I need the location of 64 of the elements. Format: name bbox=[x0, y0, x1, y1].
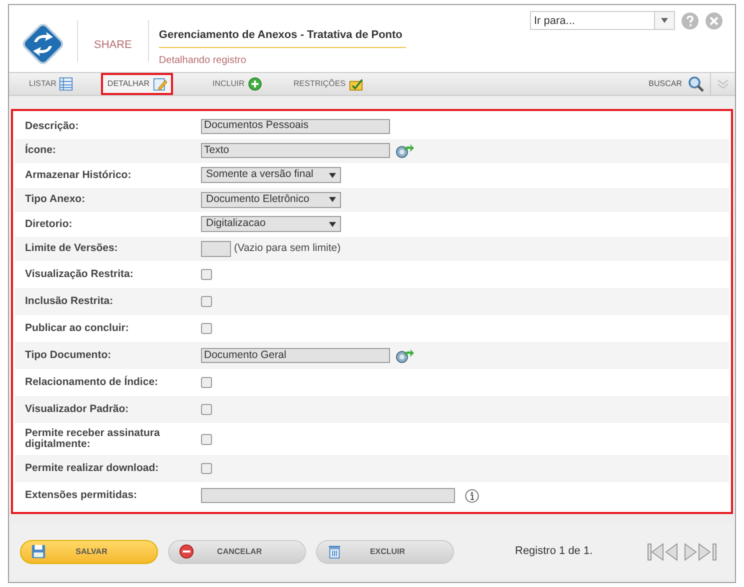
search-label[interactable]: BUSCAR bbox=[648, 78, 682, 90]
cancel-button[interactable]: CANCELAR bbox=[168, 540, 306, 564]
checkbox[interactable] bbox=[201, 323, 212, 334]
lookup-icon[interactable] bbox=[395, 142, 415, 159]
nav-tab[interactable]: INCLUIR bbox=[212, 73, 262, 95]
pager-icon[interactable] bbox=[647, 542, 719, 560]
field-label: Tipo Anexo: bbox=[24, 194, 86, 206]
pencil-icon bbox=[152, 77, 167, 91]
caret-icon bbox=[329, 197, 336, 202]
caret-icon bbox=[329, 222, 336, 227]
page-title: Gerenciamento de Anexos - Tratativa de Ponto bbox=[158, 27, 406, 48]
text-field[interactable]: Texto bbox=[201, 143, 390, 158]
brand-name: SHARE bbox=[94, 38, 132, 53]
field-label: Visualizador Padrão: bbox=[24, 404, 130, 415]
field-label: Limite de Versões: bbox=[24, 243, 119, 254]
field-label: Diretorio: bbox=[24, 218, 74, 230]
page-subtitle: Detalhando registro bbox=[158, 54, 248, 68]
close-icon[interactable] bbox=[705, 12, 723, 30]
checklist-icon bbox=[348, 77, 363, 91]
caret-icon bbox=[329, 172, 336, 178]
select-field[interactable]: Digitalizacao bbox=[201, 216, 341, 232]
caret-icon bbox=[661, 18, 668, 23]
checkbox[interactable] bbox=[201, 269, 212, 280]
floppy-icon bbox=[31, 544, 46, 559]
text-field[interactable]: Documento Geral bbox=[201, 348, 390, 363]
checkbox[interactable] bbox=[201, 377, 212, 388]
field-label: Tipo Documento: bbox=[24, 350, 112, 361]
field-label: Armazenar Histórico: bbox=[24, 170, 132, 181]
field-label: Ícone: bbox=[24, 145, 57, 156]
field-label: Publicar ao concluir: bbox=[24, 323, 130, 334]
text-field[interactable] bbox=[201, 488, 455, 503]
dropdown-button[interactable] bbox=[655, 11, 675, 30]
minus-circle-icon bbox=[179, 544, 194, 559]
checkbox[interactable] bbox=[201, 434, 212, 444]
field-label: Extensões permitidas: bbox=[24, 490, 138, 501]
info-icon bbox=[465, 488, 479, 502]
lookup-icon[interactable] bbox=[395, 348, 415, 364]
field-label: Permite realizar download: bbox=[24, 463, 160, 474]
field-label: Inclusão Restrita: bbox=[24, 296, 114, 307]
checkbox[interactable] bbox=[201, 463, 212, 474]
field-hint: (Vazio para sem limite) bbox=[234, 240, 341, 256]
nav-tab[interactable]: RESTRIÇÕES bbox=[294, 73, 363, 95]
select-field[interactable]: Documento Eletrônico bbox=[201, 192, 341, 208]
text-field[interactable]: Documentos Pessoais bbox=[201, 118, 390, 134]
expand-icon[interactable] bbox=[717, 79, 729, 89]
field-label: Permite receber assinatura digitalmente: bbox=[24, 428, 161, 450]
plus-icon bbox=[248, 77, 262, 91]
checkbox[interactable] bbox=[201, 296, 212, 307]
save-button[interactable]: SALVAR bbox=[20, 540, 158, 564]
field-label: Relacionamento de Índice: bbox=[24, 377, 160, 388]
nav-tab[interactable]: LISTAR bbox=[29, 73, 74, 95]
goto-field[interactable]: Ir para... bbox=[530, 11, 655, 30]
nav-tab[interactable]: DETALHAR bbox=[101, 73, 173, 95]
checkbox[interactable] bbox=[201, 404, 212, 415]
search-icon[interactable] bbox=[688, 76, 704, 92]
trash-icon bbox=[327, 544, 342, 559]
table-icon bbox=[59, 77, 74, 91]
number-field[interactable] bbox=[201, 240, 231, 257]
select-field[interactable]: Somente a versão final bbox=[201, 167, 341, 184]
delete-button[interactable]: EXCLUIR bbox=[316, 540, 454, 564]
field-label: Descrição: bbox=[24, 120, 80, 132]
field-label: Visualização Restrita: bbox=[24, 269, 134, 280]
help-icon[interactable] bbox=[681, 12, 699, 30]
record-count: Registro 1 de 1. bbox=[515, 544, 593, 560]
